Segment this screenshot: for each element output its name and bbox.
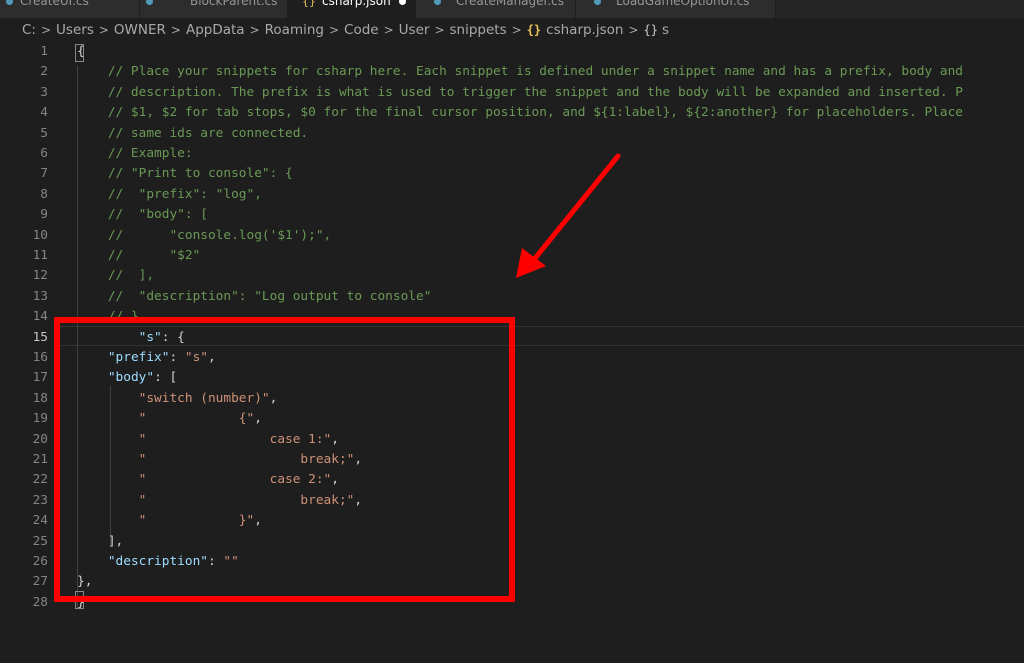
chevron-right-icon: > [383,23,394,37]
line-text: // "$2" [77,248,201,263]
line-number: 10 [32,227,48,243]
line-number: 28 [32,594,48,610]
line-text: // Example: [77,146,193,161]
line-text: { [77,44,85,59]
chevron-right-icon: > [170,23,181,37]
line-number: 22 [32,472,48,488]
line-number: 12 [32,268,48,284]
line-number: 4 [40,105,48,121]
line-text: // ], [77,268,155,284]
object-symbol-icon: {} [643,23,658,37]
vscode-window: CreateUI.cs BlockParent.cs {} csharp.jso… [0,0,1024,663]
line-number: 27 [32,574,48,590]
tab-label: csharp.json [322,0,391,8]
line-number: 15 [32,329,48,345]
chevron-right-icon: > [628,23,639,37]
line-number: 25 [32,533,48,549]
line-number: 23 [32,492,48,508]
breadcrumb-item-appdata[interactable]: AppData [186,22,245,38]
line-number: 18 [32,390,48,406]
tab-csharp-json[interactable]: {} csharp.json [288,0,416,18]
unsaved-dot-icon[interactable] [398,0,406,5]
breadcrumb-item-drive[interactable]: C: [22,22,36,38]
chevron-right-icon: > [434,23,445,37]
line-number: 20 [32,431,48,447]
line-text: // "console.log('$1');", [77,227,332,243]
line-text: // description. The prefix is what is us… [77,84,964,100]
tab-label: BlockParent.cs [190,0,278,8]
breadcrumb-item-symbol[interactable]: s [662,22,669,38]
line-number: 13 [32,288,48,304]
line-text: // Place your snippets for csharp here. … [77,64,964,80]
line-number: 1 [40,44,48,59]
line-number: 9 [40,207,48,223]
line-number: 6 [40,146,48,161]
breadcrumb-item-roaming[interactable]: Roaming [265,22,324,38]
line-number: 17 [32,370,48,386]
breadcrumb-item-users[interactable]: Users [56,22,94,38]
code-line[interactable]: 5 // same ids are connected. [0,124,1024,144]
chevron-right-icon: > [511,23,522,37]
tab-loadgameoptionui[interactable]: LoadGameOptionUI.cs [576,0,776,18]
line-number: 14 [32,309,48,325]
annotation-arrow [516,153,621,278]
tab-createmanager[interactable]: CreateManager.cs [416,0,576,18]
line-text: // "description": "Log output to console… [77,288,432,304]
line-number: 7 [40,166,48,182]
json-file-icon: {} [302,0,316,8]
line-number: 24 [32,513,48,529]
line-text: // "Print to console": { [77,166,293,182]
editor-tab-bar: CreateUI.cs BlockParent.cs {} csharp.jso… [0,0,1024,18]
breadcrumb-item-owner[interactable]: OWNER [114,22,166,38]
tab-blockparent[interactable]: BlockParent.cs [140,0,288,18]
code-line[interactable]: 4 // $1, $2 for tab stops, $0 for the fi… [0,103,1024,123]
tab-label: CreateUI.cs [20,0,89,8]
tab-label: LoadGameOptionUI.cs [616,0,750,8]
line-text: // "body": [ [77,207,208,223]
csharp-file-icon [146,0,153,5]
chevron-right-icon: > [98,23,109,37]
line-number: 11 [32,248,48,263]
breadcrumb-item-file[interactable]: csharp.json [546,22,623,38]
json-file-icon: {} [526,23,542,37]
line-number: 26 [32,554,48,569]
breadcrumb-item-code[interactable]: Code [344,22,379,38]
code-line[interactable]: 1{ [0,42,1024,62]
line-number: 21 [32,452,48,467]
line-text: // same ids are connected. [77,125,309,141]
line-number: 2 [40,64,48,80]
csharp-file-icon [6,0,13,5]
code-line[interactable]: 13 // "description": "Log output to cons… [0,287,1024,307]
line-number: 19 [32,411,48,427]
annotation-highlight-box [54,317,515,602]
code-line[interactable]: 3 // description. The prefix is what is … [0,83,1024,103]
tab-label: CreateManager.cs [456,0,565,8]
line-number: 5 [40,125,48,141]
line-text: // "prefix": "log", [77,186,262,202]
breadcrumb-item-user[interactable]: User [399,22,430,38]
csharp-file-icon [594,0,601,5]
tab-createui[interactable]: CreateUI.cs [0,0,140,18]
line-number: 8 [40,186,48,202]
chevron-right-icon: > [328,23,340,37]
chevron-right-icon: > [249,23,260,37]
code-line[interactable]: 2 // Place your snippets for csharp here… [0,62,1024,82]
breadcrumb-item-snippets[interactable]: snippets [450,22,507,38]
line-number: 16 [32,350,48,365]
breadcrumb: C: > Users > OWNER > AppData > Roaming >… [0,18,1024,42]
line-text: // $1, $2 for tab stops, $0 for the fina… [77,105,964,121]
csharp-file-icon [434,0,441,5]
line-number: 3 [40,84,48,100]
chevron-right-icon: > [40,23,52,37]
